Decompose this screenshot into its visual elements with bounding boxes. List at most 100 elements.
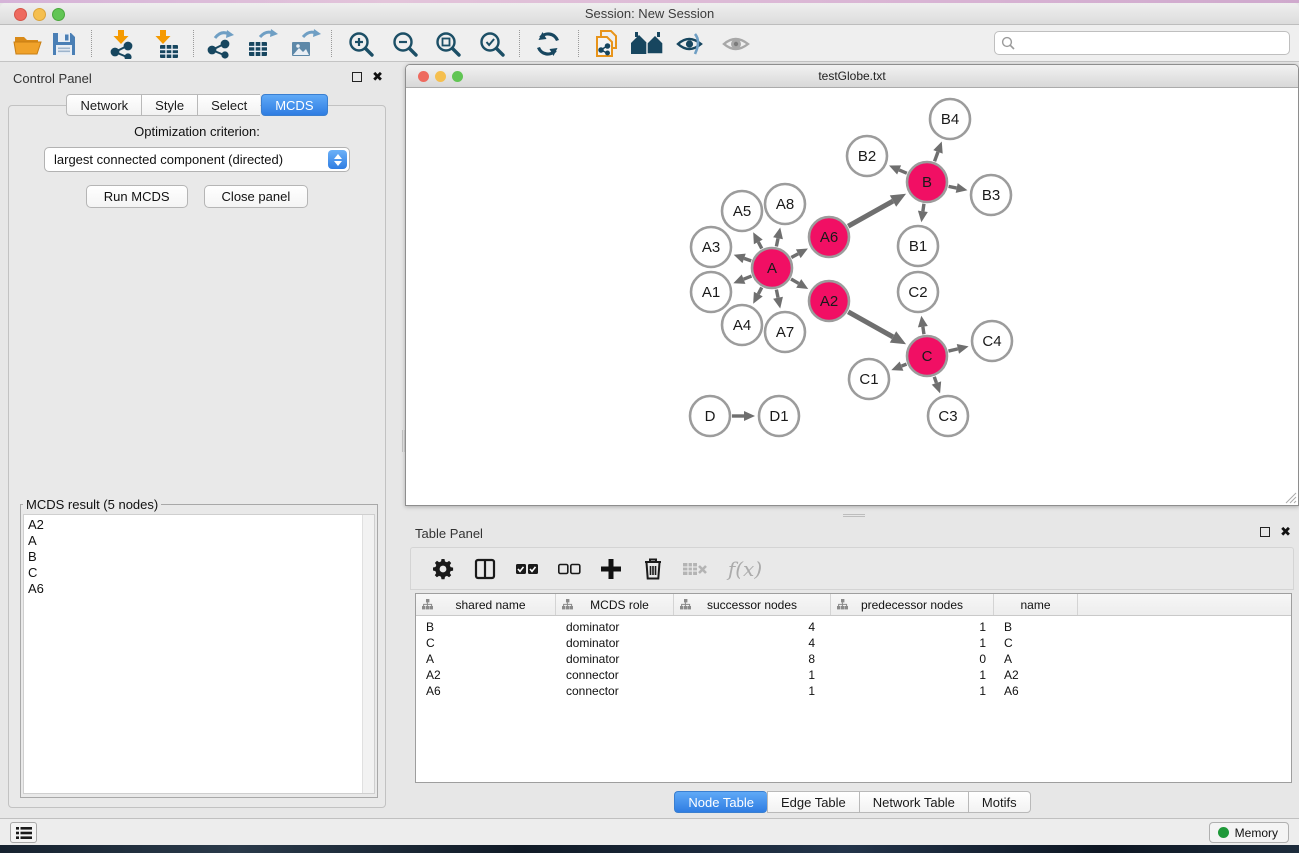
- graph-edge[interactable]: [758, 287, 761, 294]
- graph-edge[interactable]: [935, 152, 938, 161]
- horizontal-splitter-handle[interactable]: [843, 514, 865, 517]
- open-session-button[interactable]: [11, 28, 45, 59]
- vertical-splitter-handle[interactable]: [402, 430, 405, 452]
- table-row[interactable]: A2 connector 1 1 A2: [416, 667, 1291, 683]
- tab-select[interactable]: Select: [197, 94, 260, 116]
- toolbar-separator: [578, 30, 579, 57]
- zoom-in-button[interactable]: [344, 28, 378, 59]
- tab-network-table[interactable]: Network Table: [859, 791, 968, 813]
- network-window-title: testGlobe.txt: [406, 69, 1298, 83]
- mcds-result-list[interactable]: A2 A B C A6: [23, 514, 375, 794]
- graph-edge[interactable]: [923, 204, 924, 212]
- result-item[interactable]: C: [28, 565, 374, 581]
- graph-edge[interactable]: [949, 186, 957, 188]
- gear-icon: [431, 557, 455, 581]
- close-panel-icon[interactable]: ✖: [1280, 527, 1291, 537]
- float-panel-icon[interactable]: [1260, 527, 1270, 537]
- column-header-mcds-role[interactable]: MCDS role: [556, 594, 674, 615]
- graph-edge[interactable]: [848, 201, 893, 226]
- refresh-button[interactable]: [531, 28, 565, 59]
- graph-edge[interactable]: [948, 349, 957, 351]
- zoom-fit-icon: [434, 30, 462, 58]
- export-table-button[interactable]: [245, 28, 279, 59]
- graph-edge[interactable]: [776, 238, 778, 246]
- graph-node-label: A6: [820, 229, 838, 246]
- task-history-button[interactable]: [10, 822, 37, 843]
- show-panels-button[interactable]: [719, 28, 753, 59]
- graph-edge[interactable]: [776, 290, 778, 298]
- column-table-icon: [474, 558, 496, 580]
- zoom-out-icon: [391, 30, 419, 58]
- graph-node-label: D1: [769, 408, 788, 425]
- graph-edge[interactable]: [902, 364, 907, 366]
- hide-panels-button[interactable]: [673, 28, 707, 59]
- add-column-button[interactable]: [597, 555, 625, 583]
- edge-arrowhead-icon: [734, 254, 746, 263]
- run-mcds-button[interactable]: Run MCDS: [86, 185, 188, 208]
- close-panel-icon[interactable]: ✖: [372, 72, 383, 82]
- result-item[interactable]: A: [28, 533, 374, 549]
- home-button[interactable]: [630, 28, 664, 59]
- graph-edge[interactable]: [899, 170, 907, 173]
- graph-edge[interactable]: [758, 242, 761, 249]
- column-header-shared-name[interactable]: shared name: [416, 594, 556, 615]
- graph-edge[interactable]: [791, 254, 798, 258]
- network-canvas[interactable]: B4B2BB3A8A5A6A3B1AA1C2A2A4A7C4CC1C3DD1: [406, 88, 1298, 505]
- mcds-result-title: MCDS result (5 nodes): [23, 497, 161, 512]
- table-row[interactable]: C dominator 4 1 C: [416, 635, 1291, 651]
- import-network-button[interactable]: [105, 28, 139, 59]
- select-all-button[interactable]: [513, 555, 541, 583]
- tab-motifs[interactable]: Motifs: [968, 791, 1031, 813]
- table-row[interactable]: B dominator 4 1 B: [416, 619, 1291, 635]
- tab-node-table[interactable]: Node Table: [674, 791, 767, 813]
- tab-style[interactable]: Style: [141, 94, 197, 116]
- destroy-table-button[interactable]: [681, 555, 709, 583]
- column-header-predecessor-nodes[interactable]: predecessor nodes: [831, 594, 994, 615]
- tab-mcds[interactable]: MCDS: [261, 94, 327, 116]
- graph-node-label: B: [922, 174, 932, 191]
- new-network-from-selection-button[interactable]: [590, 28, 624, 59]
- export-network-button[interactable]: [203, 28, 237, 59]
- resize-grip-icon[interactable]: [1283, 490, 1297, 504]
- show-column-button[interactable]: [471, 555, 499, 583]
- column-header-successor-nodes[interactable]: successor nodes: [674, 594, 831, 615]
- export-image-button[interactable]: [288, 28, 322, 59]
- edge-arrowhead-icon: [773, 297, 783, 309]
- tab-edge-table[interactable]: Edge Table: [767, 791, 859, 813]
- save-session-button[interactable]: [47, 28, 81, 59]
- result-item[interactable]: A6: [28, 581, 374, 597]
- graph-edge[interactable]: [791, 279, 799, 283]
- apply-function-button[interactable]: f(x): [723, 555, 767, 583]
- result-item[interactable]: A2: [28, 517, 374, 533]
- deselect-all-button[interactable]: [555, 555, 583, 583]
- zoom-out-button[interactable]: [388, 28, 422, 59]
- memory-button[interactable]: Memory: [1209, 822, 1289, 843]
- zoom-fit-button[interactable]: [431, 28, 465, 59]
- graph-edge[interactable]: [744, 258, 751, 260]
- column-header-name[interactable]: name: [994, 594, 1078, 615]
- graph-edge[interactable]: [923, 327, 924, 335]
- tab-network[interactable]: Network: [66, 94, 141, 116]
- delete-column-button[interactable]: [639, 555, 667, 583]
- close-panel-button[interactable]: Close panel: [204, 185, 309, 208]
- result-scrollbar[interactable]: [362, 515, 374, 793]
- criterion-dropdown[interactable]: largest connected component (directed): [44, 147, 350, 172]
- table-settings-button[interactable]: [429, 555, 457, 583]
- network-graph[interactable]: B4B2BB3A8A5A6A3B1AA1C2A2A4A7C4CC1C3DD1: [406, 88, 1298, 505]
- import-table-button[interactable]: [149, 28, 183, 59]
- zoom-selected-button[interactable]: [475, 28, 509, 59]
- table-row[interactable]: A6 connector 1 1 A6: [416, 683, 1291, 699]
- float-panel-icon[interactable]: [352, 72, 362, 82]
- graph-edge[interactable]: [744, 276, 752, 279]
- edge-arrowhead-icon: [918, 211, 928, 223]
- graph-edge[interactable]: [934, 377, 936, 383]
- table-panel-header: Table Panel ✖: [405, 520, 1299, 546]
- result-item[interactable]: B: [28, 549, 374, 565]
- search-field[interactable]: [994, 31, 1290, 55]
- search-input[interactable]: [1015, 33, 1289, 53]
- table-row[interactable]: A dominator 8 0 A: [416, 651, 1291, 667]
- network-window-titlebar[interactable]: testGlobe.txt: [406, 65, 1298, 88]
- graph-node-label: B3: [982, 187, 1000, 204]
- graph-edge[interactable]: [848, 312, 893, 337]
- eye-slash-icon: [675, 31, 705, 57]
